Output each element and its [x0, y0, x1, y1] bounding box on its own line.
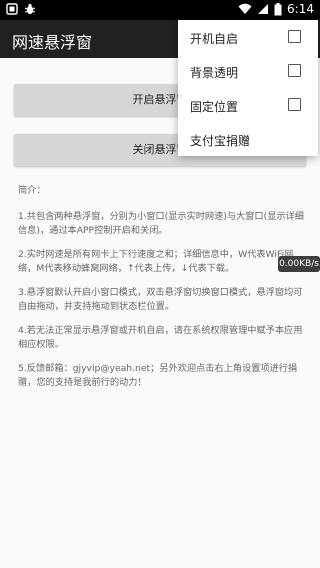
intro-paragraph-2: 2.实时网速是所有网卡上下行速度之和；详细信息中，W代表WiFi网络，M代表移动… — [18, 249, 294, 274]
menu-item-fixed-position[interactable]: 固定位置 — [178, 88, 318, 122]
menu-item-autostart[interactable]: 开机自启 — [178, 20, 318, 54]
menu-item-label: 背景透明 — [190, 66, 239, 80]
intro-paragraph-3: 3.悬浮窗默认开启小窗口模式，双击悬浮窗切换窗口模式，悬浮窗均可自由拖动，并支持… — [18, 287, 303, 312]
menu-item-label: 开机自启 — [190, 32, 239, 46]
bug-icon — [24, 3, 36, 14]
intro-paragraph-5: 5.反馈邮箱：gjyvip@yeah.net；另外欢迎点击右上角设置项进行捐赠，… — [18, 363, 298, 388]
menu-item-label: 固定位置 — [190, 100, 239, 114]
status-bar: 6:14 — [0, 0, 320, 20]
signal-icon — [258, 4, 269, 14]
status-time: 6:14 — [287, 2, 314, 16]
intro-heading: 简介： — [18, 185, 46, 196]
intro-paragraph-4: 4.若无法正常显示悬浮窗或开机自启，请在系统权限管理中赋予本应用相应权限。 — [18, 325, 303, 350]
menu-item-transparent-background[interactable]: 背景透明 — [178, 54, 318, 88]
notification-app-icon — [6, 3, 18, 15]
status-left-icons — [6, 3, 36, 15]
intro-section: 简介： 1.共包含两种悬浮窗，分别为小窗口(显示实时网速)与大窗口(显示详细信息… — [18, 184, 308, 400]
app-title: 网速悬浮窗 — [12, 33, 93, 52]
intro-paragraph-1: 1.共包含两种悬浮窗，分别为小窗口(显示实时网速)与大窗口(显示详细信息)，通过… — [18, 211, 304, 236]
floating-speed-window[interactable]: 0.00KB/s — [278, 256, 320, 272]
autostart-checkbox[interactable] — [288, 30, 301, 43]
menu-item-label: 支付宝捐赠 — [190, 134, 251, 148]
status-right-icons: 6:14 — [238, 2, 314, 16]
wifi-icon — [238, 3, 252, 14]
menu-item-alipay-donate[interactable]: 支付宝捐赠 — [178, 122, 318, 156]
overflow-menu: 开机自启 背景透明 固定位置 支付宝捐赠 — [178, 20, 318, 156]
transparent-background-checkbox[interactable] — [288, 64, 301, 77]
battery-icon — [274, 2, 282, 15]
fixed-position-checkbox[interactable] — [288, 98, 301, 111]
